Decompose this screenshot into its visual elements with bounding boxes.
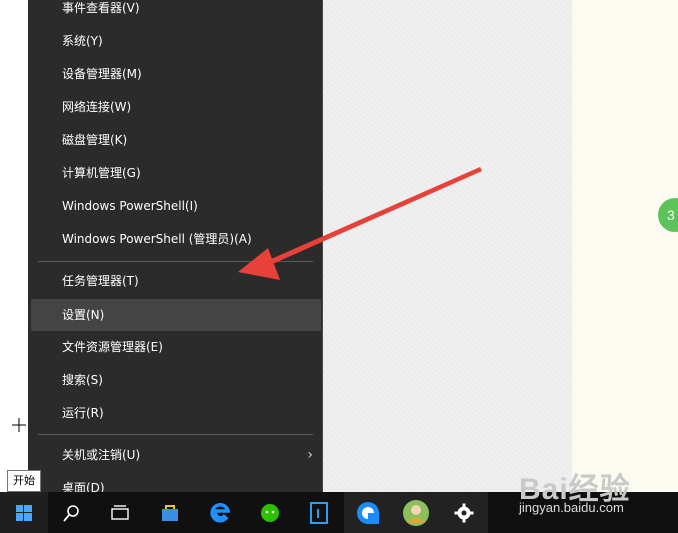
edge-app-button[interactable]: [196, 492, 244, 533]
menu-item-shutdown-signout[interactable]: 关机或注销(U) ›: [31, 440, 321, 471]
menu-item-label: 系统(Y): [62, 34, 103, 48]
edge-icon: [210, 502, 230, 522]
menu-separator: [38, 434, 313, 435]
search-icon: [63, 504, 79, 522]
cursor-crosshair-icon: [12, 418, 26, 432]
settings-app-button[interactable]: [440, 492, 488, 533]
menu-item-label: 任务管理器(T): [62, 274, 139, 288]
wechat-app-button[interactable]: [246, 492, 294, 533]
start-tooltip: 开始: [7, 470, 41, 492]
menu-item-event-viewer[interactable]: 事件查看器(V): [31, 0, 321, 24]
wechat-icon: [261, 503, 279, 522]
avatar-app-button[interactable]: [392, 492, 440, 533]
menu-item-label: 设备管理器(M): [62, 67, 142, 81]
menu-item-device-manager[interactable]: 设备管理器(M): [31, 59, 321, 90]
menu-item-label: Windows PowerShell(I): [62, 199, 198, 213]
menu-item-network-connections[interactable]: 网络连接(W): [31, 92, 321, 123]
menu-item-label: Windows PowerShell (管理员)(A): [62, 232, 252, 246]
menu-item-settings[interactable]: 设置(N): [31, 299, 321, 331]
windows-start-icon: [16, 504, 32, 521]
menu-item-powershell[interactable]: Windows PowerShell(I): [31, 191, 321, 222]
menu-item-task-manager[interactable]: 任务管理器(T): [31, 266, 321, 297]
task-view-icon: [111, 504, 129, 520]
taskbar-search-button[interactable]: [48, 492, 96, 533]
menu-item-label: 文件资源管理器(E): [62, 340, 163, 354]
menu-item-computer-management[interactable]: 计算机管理(G): [31, 158, 321, 189]
store-icon: [162, 504, 178, 521]
terminal-app-button[interactable]: [295, 492, 343, 533]
avatar-icon: [403, 499, 429, 526]
menu-item-label: 运行(R): [62, 406, 104, 420]
task-view-button[interactable]: [96, 492, 144, 533]
menu-item-label: 事件查看器(V): [62, 1, 140, 15]
menu-item-run[interactable]: 运行(R): [31, 398, 321, 429]
background-right: [572, 0, 678, 492]
menu-item-label: 设置(N): [62, 308, 105, 322]
browser-icon: [357, 501, 379, 524]
menu-item-label: 搜索(S): [62, 373, 103, 387]
start-button[interactable]: [0, 492, 48, 533]
menu-item-powershell-admin[interactable]: Windows PowerShell (管理员)(A): [31, 224, 321, 255]
chevron-right-icon: ›: [307, 447, 313, 463]
menu-item-disk-management[interactable]: 磁盘管理(K): [31, 125, 321, 156]
menu-separator: [38, 261, 313, 262]
winx-context-menu: 事件查看器(V) 系统(Y) 设备管理器(M) 网络连接(W) 磁盘管理(K) …: [28, 0, 323, 499]
menu-item-system[interactable]: 系统(Y): [31, 26, 321, 57]
baidu-jingyan-watermark: Bai经验 jingyan.baidu.com: [515, 462, 675, 526]
menu-item-label: 计算机管理(G): [62, 166, 141, 180]
menu-item-file-explorer[interactable]: 文件资源管理器(E): [31, 332, 321, 363]
watermark-domain: jingyan.baidu.com: [519, 500, 624, 515]
terminal-icon: [310, 501, 328, 524]
menu-item-search[interactable]: 搜索(S): [31, 365, 321, 396]
settings-gear-icon: [454, 503, 474, 522]
background-page: [322, 0, 572, 492]
menu-item-label: 关机或注销(U): [62, 448, 141, 462]
menu-item-label: 磁盘管理(K): [62, 133, 128, 147]
store-app-button[interactable]: [146, 492, 194, 533]
browser-app-button[interactable]: [344, 492, 392, 533]
menu-item-label: 网络连接(W): [62, 100, 132, 114]
